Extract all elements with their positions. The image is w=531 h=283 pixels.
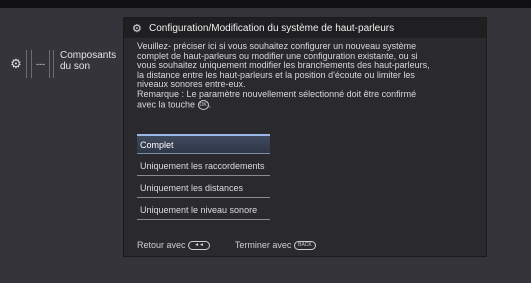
intro-text: Veuillez- préciser ici si vous souhaitez…: [137, 41, 430, 90]
option-list: Complet Uniquement les raccordements Uni…: [137, 134, 270, 222]
option-distances-only[interactable]: Uniquement les distances: [137, 178, 270, 198]
ok-key-icon: OK: [197, 99, 209, 110]
dialog-title: Configuration/Modification du système de…: [149, 22, 395, 34]
remark-line: Remarque : Le paramètre nouvellement sél…: [137, 88, 417, 110]
remark-text: Remarque : Le paramètre nouvellement sél…: [137, 88, 417, 109]
finish-label: Terminer avec: [234, 240, 292, 250]
menu-item-sound-label: Composants du son: [60, 50, 117, 72]
settings-gears-icon: ⚙: [132, 22, 142, 35]
option-connections-only[interactable]: Uniquement les raccordements: [137, 156, 270, 176]
stage: ⚙ --- Composants du son ⚙ Configuration/…: [0, 8, 531, 283]
menu-dots[interactable]: ---: [31, 50, 50, 78]
option-complete[interactable]: Complet: [137, 134, 270, 154]
dialog-speaker-system: ⚙ Configuration/Modification du système …: [124, 18, 486, 256]
gear-icon[interactable]: ⚙: [6, 50, 27, 78]
back-label: Retour avec: [137, 240, 186, 250]
dialog-intro: Veuillez- préciser ici si vous souhaitez…: [137, 41, 437, 110]
finish-key-icon: BACK: [293, 241, 316, 251]
menu-item-sound-components[interactable]: Composants du son: [53, 50, 119, 78]
dialog-header: ⚙ Configuration/Modification du système …: [124, 18, 486, 38]
option-sound-level-only[interactable]: Uniquement le niveau sonore: [137, 200, 270, 220]
back-key-icon: ◄◄: [188, 241, 211, 251]
dialog-footer: Retour avec ◄◄ Terminer avec BACK: [137, 240, 316, 251]
